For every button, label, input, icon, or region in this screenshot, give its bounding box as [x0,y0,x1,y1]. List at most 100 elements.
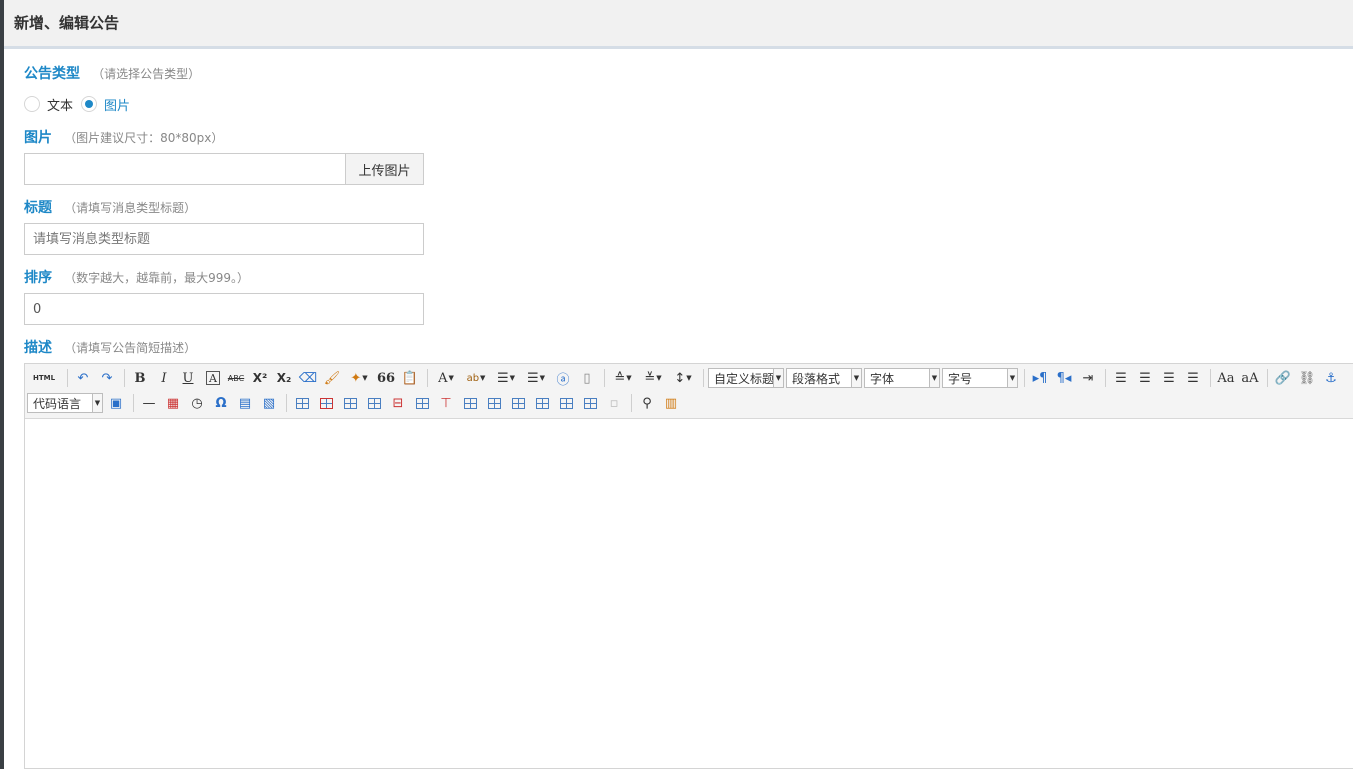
rich-text-editor: HTML ↶ ↷ B I U A ABC X² X₂ ⌫ 🖌 ✦ ▼ 66 📋 A… [24,363,1353,769]
unordered-list-icon[interactable]: ☰ ▼ [522,368,550,388]
bold-button[interactable]: B [129,368,151,388]
insert-column-icon[interactable] [411,393,433,413]
toolbar-separator [1267,369,1268,387]
indent-icon[interactable]: ⇥ [1077,368,1099,388]
page-header: 新增、编辑公告 [4,0,1353,49]
table-grid-icon [415,397,429,409]
editor-content-area[interactable] [25,419,1353,769]
sort-label-row: 排序 （数字越大，越靠前，最大999。） [24,267,249,287]
search-replace-icon[interactable]: ⚲ [636,393,658,413]
upload-image-button[interactable]: 上传图片 [346,153,424,185]
radio-image-label[interactable]: 图片 [104,95,130,114]
insert-paragraph-before-table-icon[interactable] [339,393,361,413]
sort-hint: （数字越大，越靠前，最大999。） [64,271,250,285]
superscript-button[interactable]: X² [249,368,271,388]
clear-document-icon[interactable]: ▯ [576,368,598,388]
font-border-icon[interactable]: A [206,371,220,385]
toolbar-separator [604,369,605,387]
font-family-value: 字体 [870,371,895,386]
time-icon[interactable]: ◷ [186,393,208,413]
rtl-direction-icon[interactable]: ¶◂ [1053,368,1075,388]
font-size-select[interactable]: 字号 ▼ [942,368,1018,388]
horizontal-rule-icon[interactable]: — [138,393,160,413]
align-justify-icon[interactable]: ☰ [1182,368,1204,388]
insert-table-icon[interactable] [291,393,313,413]
toolbar-row-1: HTML ↶ ↷ B I U A ABC X² X₂ ⌫ 🖌 ✦ ▼ 66 📋 A… [27,367,1344,389]
strikethrough-button[interactable]: ABC [225,368,247,388]
html-source-button[interactable]: HTML [27,368,61,388]
merge-cells-icon[interactable] [459,393,481,413]
select-all-icon[interactable]: ⓐ [552,368,574,388]
underline-button[interactable]: U [177,368,199,388]
radio-text[interactable] [24,96,40,112]
draft-icon[interactable]: ▥ [660,393,682,413]
table-grid-icon [343,397,357,409]
split-columns-icon[interactable] [579,393,601,413]
toolbar-separator [67,369,68,387]
unlink-icon[interactable]: ⛓ [1296,368,1318,388]
split-rows-icon[interactable] [555,393,577,413]
delete-column-icon[interactable]: ⊤ [435,393,457,413]
font-color-icon[interactable]: A ▼ [432,368,460,388]
delete-row-icon[interactable]: ⊟ [387,393,409,413]
sort-label: 排序 [24,270,52,286]
delete-table-icon[interactable] [315,393,337,413]
line-height-icon[interactable]: ↕ ▼ [669,368,697,388]
toolbar-separator [703,369,704,387]
uppercase-icon[interactable]: Aa [1215,368,1237,388]
undo-icon[interactable]: ↶ [72,368,94,388]
font-color-glyph: A [438,370,448,386]
custom-heading-select[interactable]: 自定义标题 ▼ [708,368,784,388]
type-radio-group: 文本 图片 [24,94,138,114]
title-label: 标题 [24,200,52,216]
merge-right-icon[interactable] [483,393,505,413]
ordered-list-icon[interactable]: ☰ ▼ [492,368,520,388]
row-spacing-top-icon[interactable]: ≙ ▼ [609,368,637,388]
row-spacing-bottom-icon[interactable]: ≚ ▼ [639,368,667,388]
toolbar-separator [1024,369,1025,387]
sort-input[interactable] [24,293,424,325]
chart-icon[interactable]: ▫ [603,393,625,413]
chevron-down-icon: ▼ [929,369,939,387]
date-icon[interactable]: ▦ [162,393,184,413]
description-label-row: 描述 （请填写公告简短描述） [24,337,196,357]
paste-text-icon[interactable]: 📋 [399,368,421,388]
radio-image[interactable] [81,96,98,112]
align-right-icon[interactable]: ☰ [1158,368,1180,388]
blockquote-button[interactable]: 66 [375,368,397,388]
radio-text-label[interactable]: 文本 [47,95,73,114]
font-family-select[interactable]: 字体 ▼ [864,368,940,388]
align-left-icon[interactable]: ☰ [1110,368,1132,388]
redo-icon[interactable]: ↷ [96,368,118,388]
subscript-button[interactable]: X₂ [273,368,295,388]
italic-button[interactable]: I [153,368,175,388]
eraser-icon[interactable]: ⌫ [297,368,319,388]
image-path-input[interactable] [24,153,346,185]
description-label: 描述 [24,340,52,356]
code-language-value: 代码语言 [33,396,82,411]
ltr-direction-icon[interactable]: ▸¶ [1029,368,1051,388]
font-size-value: 字号 [948,371,973,386]
insert-row-icon[interactable] [363,393,385,413]
title-input[interactable] [24,223,424,255]
magic-wand-icon[interactable]: ✦ ▼ [345,368,373,388]
format-painter-icon[interactable]: 🖌 [321,368,343,388]
anchor-icon[interactable]: ⚓ [1320,368,1342,388]
insert-image-icon[interactable]: ▣ [105,393,127,413]
special-char-button[interactable]: Ω [210,393,232,413]
chevron-down-icon: ▼ [773,369,783,387]
chevron-down-icon: ▼ [1007,369,1017,387]
merge-down-icon[interactable] [507,393,529,413]
background-color-icon[interactable]: ab ▼ [462,368,490,388]
code-language-select[interactable]: 代码语言 ▼ [27,393,103,413]
paragraph-format-select[interactable]: 段落格式 ▼ [786,368,862,388]
template-icon[interactable]: ▧ [258,393,280,413]
split-cells-icon[interactable] [531,393,553,413]
table-grid-icon [583,397,597,409]
link-icon[interactable]: 🔗 [1272,368,1294,388]
toolbar-separator [427,369,428,387]
lowercase-icon[interactable]: aA [1239,368,1261,388]
toolbar-separator [133,394,134,412]
wordimage-icon[interactable]: ▤ [234,393,256,413]
align-center-icon[interactable]: ☰ [1134,368,1156,388]
